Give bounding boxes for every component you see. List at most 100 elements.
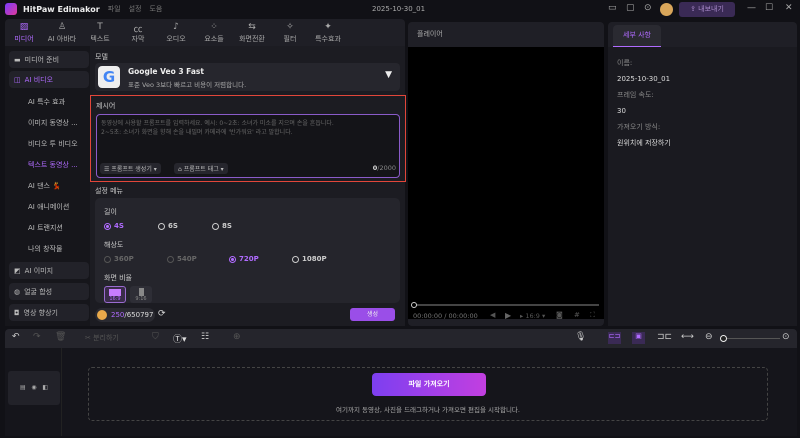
- sidebar-item[interactable]: 나의 창작물: [9, 240, 89, 257]
- zoom-in-icon[interactable]: ⊙: [782, 332, 790, 342]
- refresh-icon[interactable]: ⟳: [158, 309, 166, 319]
- model-select[interactable]: G Google Veo 3 Fast 표준 Veo 3보다 빠르고 비용이 저…: [95, 63, 400, 91]
- feedback-icon[interactable]: ▢: [626, 3, 635, 13]
- prompt-generator-button[interactable]: ☰ 프롬프트 생성기 ▾: [100, 163, 161, 174]
- res-360p[interactable]: 360P: [104, 255, 134, 263]
- tab-label: AI 아바타: [47, 34, 77, 43]
- tab-avatar[interactable]: ♙ AI 아바타: [43, 19, 81, 46]
- sidebar-icon: ◫: [14, 75, 21, 84]
- split-button[interactable]: ✂ 분리하기: [85, 333, 119, 343]
- res-720p[interactable]: 720P: [229, 255, 259, 263]
- sidebar-item[interactable]: 비디오 투 비디오: [9, 135, 89, 152]
- eye-icon[interactable]: ◉: [31, 384, 36, 391]
- fit-icon[interactable]: ⟷: [681, 332, 694, 342]
- aspect-ratio-select[interactable]: ▸ 16:9 ▾: [520, 312, 545, 320]
- export-label: 내보내기: [698, 5, 724, 13]
- sidebar-item[interactable]: ◘ 영상 향상기: [9, 304, 89, 321]
- prev-frame-icon[interactable]: ◀: [490, 311, 495, 319]
- snapshot-icon[interactable]: ◙: [556, 311, 563, 319]
- res-1080p[interactable]: 1080P: [292, 255, 327, 263]
- generate-button[interactable]: 생성: [350, 308, 395, 321]
- zoom-slider-handle[interactable]: [720, 335, 727, 342]
- tab-label: 요소들: [204, 34, 224, 43]
- redo-icon[interactable]: ↷: [33, 332, 41, 342]
- delete-icon[interactable]: 🗑: [55, 332, 66, 342]
- tab-details[interactable]: 세부 사항: [613, 25, 661, 47]
- avatar-icon: ♙: [57, 21, 67, 32]
- menu-settings[interactable]: 설정: [129, 4, 142, 14]
- sidebar-item[interactable]: AI 댄스 💃: [9, 177, 89, 194]
- sidebar-item-label: 미디어 준비: [24, 55, 60, 64]
- sidebar-item[interactable]: AI 특수 효과: [9, 93, 89, 110]
- remove-silence-icon[interactable]: ☷: [201, 332, 209, 342]
- menu-file[interactable]: 파일: [108, 4, 121, 14]
- drop-zone[interactable]: 파일 가져오기 여기까지 동영상, 사진을 드래그하거나 가져오면 편집을 시작…: [88, 367, 768, 421]
- length-4s[interactable]: 4S: [104, 222, 124, 230]
- time-display: 00:00:00 / 00:00:00: [413, 312, 478, 320]
- undo-icon[interactable]: ↶: [12, 332, 20, 342]
- aspect-ratio-value: 16:9: [525, 312, 540, 320]
- play-icon[interactable]: ▶: [505, 311, 511, 320]
- fps-label: 프레임 속도:: [617, 91, 654, 99]
- menu-help[interactable]: 도움: [149, 4, 162, 14]
- ratio-16-9[interactable]: 16:9: [104, 286, 126, 303]
- length-6s[interactable]: 6S: [158, 222, 178, 230]
- maximize-icon[interactable]: ☐: [765, 3, 773, 13]
- sidebar-item[interactable]: ◍ 얼굴 합성: [9, 283, 89, 300]
- credits-total: /650797: [124, 311, 154, 319]
- shield-icon[interactable]: ⛉: [152, 332, 159, 342]
- prompt-tag-label: 프롬프트 태그: [183, 166, 219, 173]
- tab-transition[interactable]: ⇆ 화면전환: [233, 19, 271, 46]
- link-icon[interactable]: ⊏⊐: [608, 332, 621, 344]
- sidebar-item[interactable]: ◫ AI 비디오: [9, 71, 89, 88]
- timeline-toolbar: ↶ ↷ 🗑 ✂ 분리하기 ⛉ Ⓣ▾ ☷ ⊕ 🎙 ⊏⊐ ▣ ⊐⊏ ⟷ ⊖ ⊙: [5, 329, 797, 348]
- tab-effects[interactable]: ✦ 특수효과: [309, 19, 347, 46]
- close-icon[interactable]: ✕: [785, 3, 793, 13]
- sidebar-item[interactable]: AI 트랜지션: [9, 219, 89, 236]
- microphone-icon[interactable]: 🎙: [575, 332, 586, 342]
- length-8s[interactable]: 8S: [212, 222, 232, 230]
- layout-icon[interactable]: ▭: [608, 3, 617, 13]
- minimize-icon[interactable]: —: [747, 3, 756, 13]
- export-button[interactable]: ⇪ 내보내기: [679, 2, 735, 17]
- seek-handle[interactable]: [411, 302, 417, 308]
- sidebar-item-label: AI 트랜지션: [28, 223, 63, 232]
- tab-filter[interactable]: ✧ 필터: [271, 19, 309, 46]
- seek-bar[interactable]: [411, 302, 599, 308]
- tab-text[interactable]: T 텍스트: [81, 19, 119, 46]
- grid-icon[interactable]: #: [574, 311, 580, 319]
- tab-music[interactable]: ♪ 오디오: [157, 19, 195, 46]
- prompt-tag-button[interactable]: ⌂ 프롬프트 태그 ▾: [174, 163, 228, 174]
- avatar[interactable]: [660, 3, 673, 16]
- tab-label: 오디오: [166, 34, 186, 43]
- speaker-icon[interactable]: ◧: [42, 384, 48, 391]
- sidebar-item[interactable]: 텍스트 동영상 ...: [9, 156, 89, 173]
- tab-label: 텍스트: [90, 34, 110, 43]
- tab-caption[interactable]: ㏄ 자막: [119, 19, 157, 46]
- sidebar-item[interactable]: AI 애니메이션: [9, 198, 89, 215]
- fullscreen-icon[interactable]: ⛶: [590, 311, 595, 320]
- download-icon[interactable]: ⊙: [644, 3, 652, 13]
- zoom-slider[interactable]: [720, 335, 780, 342]
- credits-used: 250: [111, 311, 125, 319]
- import-file-button[interactable]: 파일 가져오기: [372, 373, 486, 396]
- add-icon[interactable]: ⊕: [233, 332, 241, 342]
- ratio-9-16[interactable]: 9:16: [130, 286, 152, 303]
- sidebar-item[interactable]: ▬ 미디어 준비: [9, 51, 89, 68]
- sidebar-item[interactable]: ◩ AI 이미지: [9, 262, 89, 279]
- tab-media[interactable]: ▨ 미디어: [5, 19, 43, 46]
- magnet-icon[interactable]: ▣: [632, 332, 645, 344]
- res-540p[interactable]: 540P: [167, 255, 197, 263]
- split-track-icon[interactable]: ⊐⊏: [657, 332, 672, 342]
- text-tool-icon[interactable]: Ⓣ▾: [173, 332, 187, 345]
- lock-icon[interactable]: ▤: [20, 384, 26, 391]
- res-1080p-label: 1080P: [302, 255, 327, 263]
- prompt-section: 제시어 동영상에 사용할 프롬프트를 입력하세요. 예시: 0~2초: 소녀가 …: [90, 95, 406, 182]
- tab-elements[interactable]: ⁘ 요소들: [195, 19, 233, 46]
- sidebar-item[interactable]: 이미지 동영상 ...: [9, 114, 89, 131]
- zoom-out-icon[interactable]: ⊖: [705, 332, 713, 342]
- video-preview: [408, 47, 604, 319]
- prompt-input[interactable]: 동영상에 사용할 프롬프트를 입력하세요. 예시: 0~2초: 소녀가 미소를 …: [96, 114, 400, 178]
- transition-icon: ⇆: [248, 21, 256, 32]
- settings-panel: 길이 해상도 화면 비율 4S 6S 8S 360P 540P 720P 108…: [95, 198, 400, 303]
